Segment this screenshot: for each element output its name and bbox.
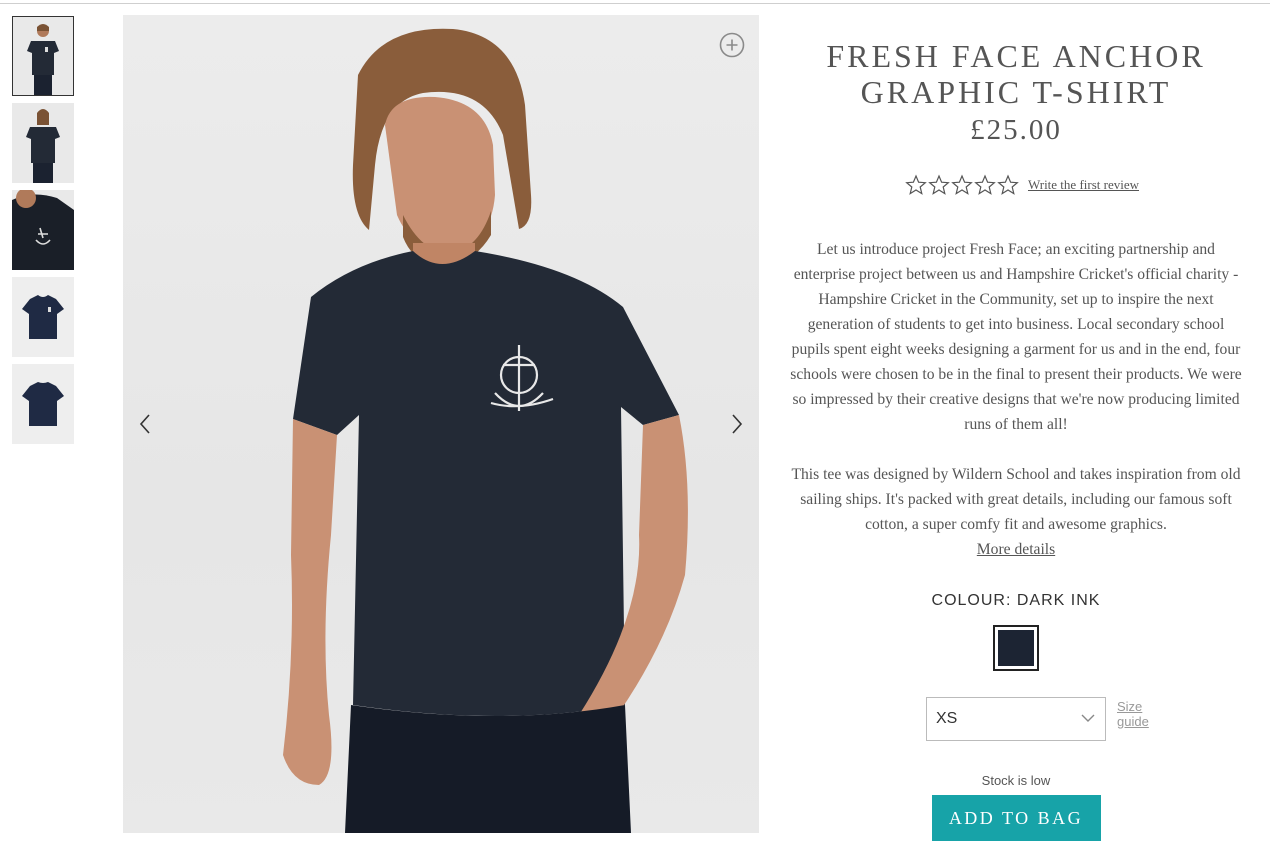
thumbnail-image: [12, 103, 74, 183]
colour-swatches: [790, 625, 1242, 671]
star-icon[interactable]: [951, 174, 973, 196]
thumbnail-image: [12, 190, 74, 270]
colour-swatch-dark-ink[interactable]: [993, 625, 1039, 671]
more-details-link[interactable]: More details: [977, 537, 1055, 562]
main-product-image[interactable]: [123, 15, 759, 833]
star-rating[interactable]: [905, 174, 1019, 196]
thumbnail-image: [12, 277, 74, 357]
star-icon[interactable]: [997, 174, 1019, 196]
top-divider: [0, 3, 1270, 4]
description-paragraph: This tee was designed by Wildern School …: [790, 462, 1242, 562]
product-price: £25.00: [970, 114, 1062, 146]
thumbnail-image: [12, 364, 74, 444]
chevron-right-icon[interactable]: [727, 410, 747, 438]
product-description: Let us introduce project Fresh Face; an …: [790, 237, 1242, 562]
star-icon[interactable]: [974, 174, 996, 196]
stock-status: Stock is low: [981, 773, 1051, 788]
thumbnail-flat-back[interactable]: [12, 364, 74, 444]
chevron-left-icon[interactable]: [135, 410, 155, 438]
star-icon[interactable]: [905, 174, 927, 196]
star-icon[interactable]: [928, 174, 950, 196]
size-select[interactable]: XS: [926, 697, 1106, 741]
rating-row: Write the first review: [790, 174, 1242, 196]
zoom-in-icon[interactable]: [719, 32, 745, 58]
thumbnail-model-back[interactable]: [12, 103, 74, 183]
thumbnail-list: [12, 16, 76, 451]
chevron-down-icon: [1081, 714, 1095, 722]
write-review-link[interactable]: Write the first review: [1028, 177, 1139, 193]
add-to-bag-button[interactable]: ADD TO BAG: [931, 795, 1101, 841]
colour-label: COLOUR: DARK INK: [931, 592, 1101, 609]
product-details: FRESH FACE ANCHOR GRAPHIC T-SHIRT £25.00…: [790, 38, 1242, 841]
thumbnail-graphic-closeup[interactable]: [12, 190, 74, 270]
model-photo: [283, 28, 688, 833]
size-selected-value: XS: [936, 710, 958, 727]
description-text: This tee was designed by Wildern School …: [791, 466, 1241, 533]
size-guide-link[interactable]: Size guide: [1117, 699, 1157, 729]
thumbnail-flat-front[interactable]: [12, 277, 74, 357]
thumbnail-image: [13, 17, 73, 95]
swatch-fill: [998, 630, 1034, 666]
thumbnail-model-front[interactable]: [12, 16, 74, 96]
description-paragraph: Let us introduce project Fresh Face; an …: [790, 241, 1242, 433]
size-row: XS Size guide: [790, 697, 1242, 741]
product-title: FRESH FACE ANCHOR GRAPHIC T-SHIRT: [826, 38, 1206, 110]
